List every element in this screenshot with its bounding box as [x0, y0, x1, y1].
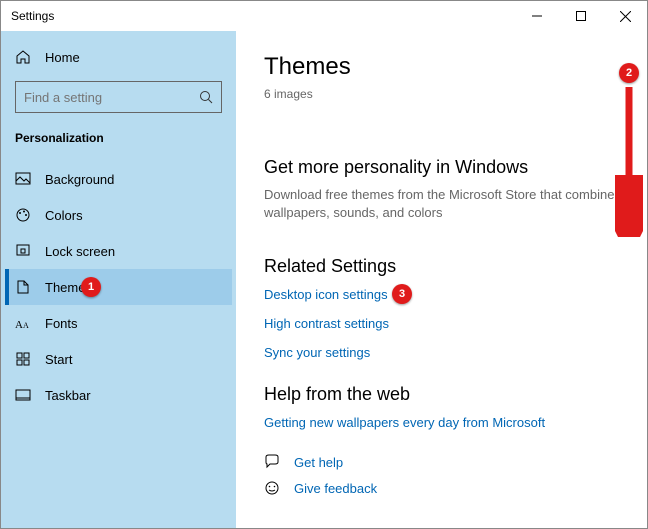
link-high-contrast-settings[interactable]: High contrast settings	[264, 316, 627, 331]
help-heading: Help from the web	[264, 384, 627, 405]
sidebar-section-header: Personalization	[5, 127, 232, 155]
help-icon	[264, 454, 280, 470]
get-help-row[interactable]: Get help	[264, 454, 627, 470]
window-controls	[515, 1, 647, 31]
promo-heading: Get more personality in Windows	[264, 157, 627, 178]
feedback-icon	[264, 480, 280, 496]
page-subtitle: 6 images	[264, 87, 627, 101]
link-sync-settings[interactable]: Sync your settings	[264, 345, 627, 360]
sidebar-item-themes[interactable]: Themes 1	[5, 269, 232, 305]
annotation-arrow	[615, 77, 643, 237]
link-help-wallpapers[interactable]: Getting new wallpapers every day from Mi…	[264, 415, 627, 430]
settings-window: Settings Home	[0, 0, 648, 529]
close-button[interactable]	[603, 1, 647, 31]
annotation-badge-3: 3	[392, 284, 412, 304]
sidebar-item-label: Start	[45, 352, 72, 367]
related-settings-heading: Related Settings	[264, 256, 627, 277]
start-icon	[15, 351, 31, 367]
sidebar-item-label: Colors	[45, 208, 83, 223]
svg-text:A: A	[15, 319, 23, 331]
search-input[interactable]	[24, 90, 194, 105]
taskbar-icon	[15, 387, 31, 403]
sidebar-item-taskbar[interactable]: Taskbar	[5, 377, 232, 413]
picture-icon	[15, 171, 31, 187]
annotation-badge-1: 1	[81, 277, 101, 297]
link-desktop-icon-settings[interactable]: Desktop icon settings	[264, 287, 388, 302]
sidebar-home-label: Home	[45, 50, 80, 65]
link-get-help[interactable]: Get help	[294, 455, 343, 470]
maximize-button[interactable]	[559, 1, 603, 31]
page-title: Themes	[264, 53, 627, 81]
fonts-icon: AA	[15, 315, 31, 331]
sidebar-item-label: Taskbar	[45, 388, 91, 403]
sidebar-home[interactable]: Home	[5, 39, 232, 75]
sidebar-item-colors[interactable]: Colors	[5, 197, 232, 233]
link-give-feedback[interactable]: Give feedback	[294, 481, 377, 496]
sidebar-item-background[interactable]: Background	[5, 161, 232, 197]
sidebar-item-start[interactable]: Start	[5, 341, 232, 377]
window-title: Settings	[11, 9, 54, 23]
svg-text:A: A	[23, 321, 29, 330]
sidebar-item-fonts[interactable]: AA Fonts	[5, 305, 232, 341]
themes-icon	[15, 279, 31, 295]
home-icon	[15, 49, 31, 65]
sidebar: Home Personalization Background Colors	[1, 31, 236, 528]
content-pane: Themes 6 images Get more personality in …	[236, 31, 647, 528]
sidebar-item-lock-screen[interactable]: Lock screen	[5, 233, 232, 269]
palette-icon	[15, 207, 31, 223]
sidebar-item-label: Fonts	[45, 316, 78, 331]
sidebar-item-label: Lock screen	[45, 244, 115, 259]
give-feedback-row[interactable]: Give feedback	[264, 480, 627, 496]
search-box[interactable]	[15, 81, 222, 113]
lock-screen-icon	[15, 243, 31, 259]
window-body: Home Personalization Background Colors	[1, 31, 647, 528]
sidebar-nav: Background Colors Lock screen Themes 1 A…	[5, 161, 232, 413]
titlebar: Settings	[1, 1, 647, 31]
annotation-badge-2: 2	[619, 63, 639, 83]
sidebar-item-label: Background	[45, 172, 114, 187]
promo-description: Download free themes from the Microsoft …	[264, 186, 627, 222]
minimize-button[interactable]	[515, 1, 559, 31]
search-icon	[199, 90, 213, 104]
